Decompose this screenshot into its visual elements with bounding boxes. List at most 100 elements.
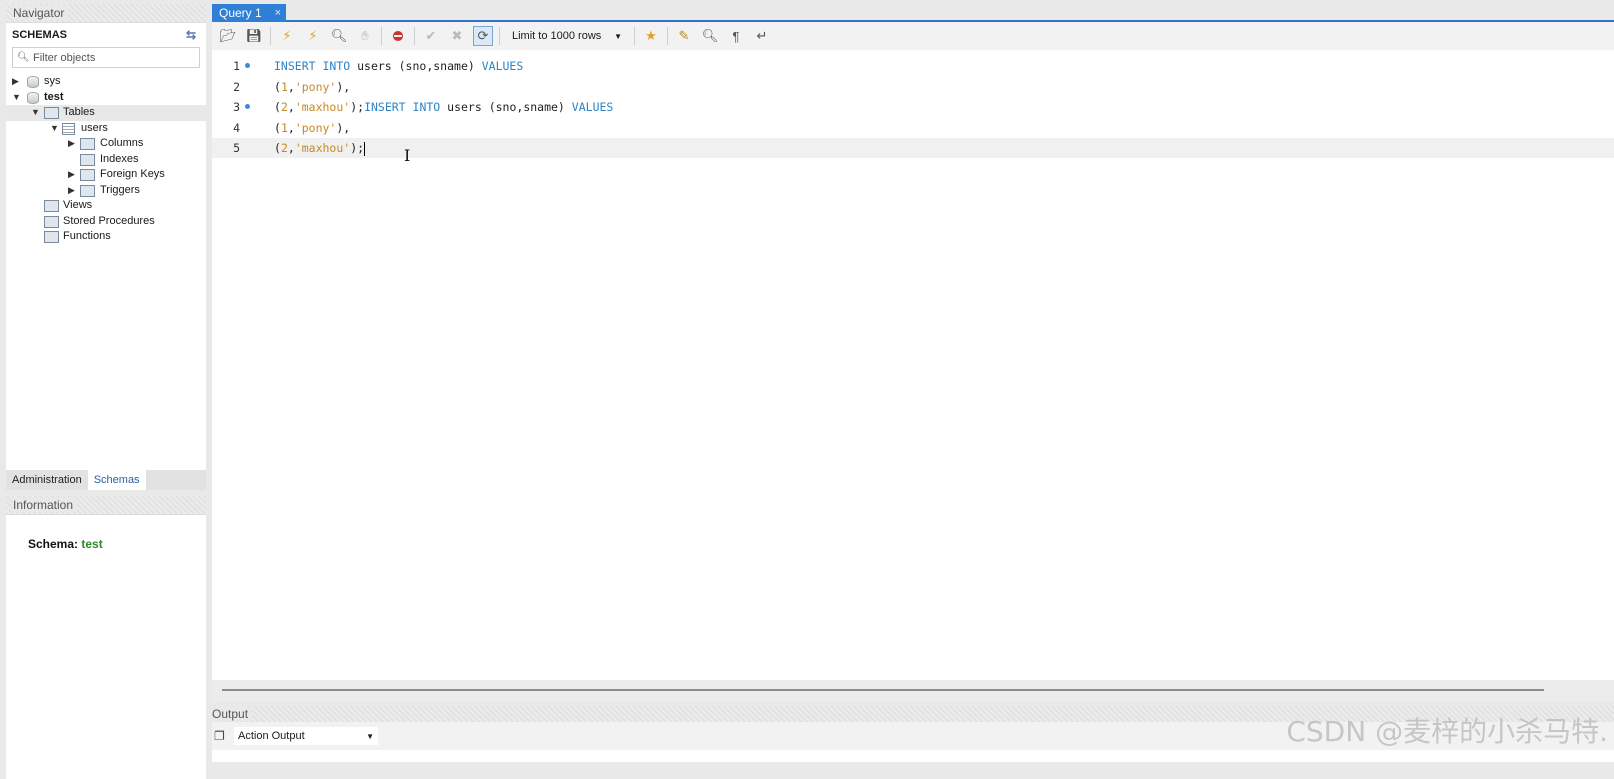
tree-item-foreign-keys[interactable]: ▶ Foreign Keys bbox=[6, 167, 206, 183]
tree-label: Functions bbox=[63, 230, 111, 242]
output-type-select[interactable]: Action Output ▼ bbox=[234, 727, 378, 745]
information-body: Schema: test bbox=[6, 514, 206, 779]
tree-item-users[interactable]: ▼ users bbox=[6, 121, 206, 137]
tab-query-1[interactable]: Query 1 × bbox=[212, 4, 286, 22]
rollback-icon[interactable]: ✖ bbox=[447, 26, 467, 46]
tree-label: Views bbox=[63, 199, 93, 211]
invisible-chars-icon[interactable]: ¶ bbox=[726, 26, 746, 46]
database-icon bbox=[27, 76, 39, 88]
close-icon[interactable]: × bbox=[275, 4, 281, 22]
tree-item-functions[interactable]: Functions bbox=[6, 229, 206, 245]
information-panel: Information Schema: test bbox=[6, 496, 206, 779]
collapse-arrow-icon[interactable]: ▼ bbox=[31, 105, 40, 121]
refresh-icon[interactable]: ⇆ bbox=[186, 23, 196, 47]
database-icon bbox=[27, 91, 39, 104]
tree-label: Tables bbox=[63, 106, 95, 118]
tree-label: sys bbox=[44, 75, 61, 87]
commit-icon[interactable]: ✔ bbox=[421, 26, 441, 46]
navigator-panel: Navigator SCHEMAS ⇆ 🔍︎ ▶ sys ▼ test bbox=[6, 4, 206, 779]
add-snippet-icon[interactable]: ★ bbox=[641, 26, 661, 46]
code-text: (2,'maxhou');INSERT INTO users (sno,snam… bbox=[274, 100, 614, 114]
toolbar-separator bbox=[499, 27, 500, 45]
indexes-folder-icon bbox=[80, 153, 95, 166]
statement-marker-icon bbox=[245, 63, 250, 68]
tree-item-triggers[interactable]: ▶ Triggers bbox=[6, 183, 206, 199]
output-type-label: Action Output bbox=[238, 730, 305, 742]
line-number: 4 bbox=[233, 120, 240, 135]
expand-arrow-icon[interactable]: ▶ bbox=[68, 183, 75, 199]
wrap-lines-icon[interactable]: ↵ bbox=[752, 26, 772, 46]
code-line: 3 (2,'maxhou');INSERT INTO users (sno,sn… bbox=[212, 97, 1614, 117]
expand-arrow-icon[interactable]: ▶ bbox=[12, 74, 19, 90]
line-number: 1 bbox=[233, 59, 240, 73]
toggle-error-icon[interactable]: ⛔︎ bbox=[388, 26, 408, 46]
document-tabs: Query 1 × bbox=[212, 4, 1614, 22]
line-number: 2 bbox=[233, 79, 240, 94]
tree-label: Columns bbox=[100, 137, 144, 149]
code-text: (1,'pony'), bbox=[274, 120, 351, 135]
toolbar-separator bbox=[270, 27, 271, 45]
toolbar-separator bbox=[667, 27, 668, 45]
schema-tree: ▶ sys ▼ test ▼ Tables ▼ users ▶ Columns … bbox=[6, 74, 206, 245]
tab-label: Query 1 bbox=[219, 6, 262, 20]
collapse-arrow-icon[interactable]: ▼ bbox=[50, 121, 59, 137]
tree-item-stored-procedures[interactable]: Stored Procedures bbox=[6, 214, 206, 230]
toolbar-separator bbox=[414, 27, 415, 45]
filter-input[interactable] bbox=[33, 51, 193, 64]
line-number: 3 bbox=[233, 100, 240, 114]
code-line: 2 (1,'pony'), bbox=[212, 77, 1614, 97]
limit-rows-select[interactable]: Limit to 1000 rows ▼ bbox=[506, 26, 628, 46]
explain-icon[interactable]: 🔍︎ bbox=[329, 26, 349, 46]
code-line: 1 INSERT INTO users (sno,sname) VALUES bbox=[212, 56, 1614, 76]
tree-label: test bbox=[44, 90, 64, 103]
autocommit-icon[interactable]: ⟳ bbox=[473, 26, 493, 46]
tab-schemas[interactable]: Schemas bbox=[87, 470, 146, 490]
tree-item-sys[interactable]: ▶ sys bbox=[6, 74, 206, 90]
copy-icon[interactable]: ❐ bbox=[214, 729, 230, 743]
search-icon: 🔍︎ bbox=[17, 52, 30, 63]
tree-label: users bbox=[81, 121, 108, 134]
sql-editor[interactable]: 1 INSERT INTO users (sno,sname) VALUES 2… bbox=[212, 50, 1614, 686]
scrollbar-thumb[interactable] bbox=[222, 689, 1544, 691]
text-cursor-icon: I bbox=[404, 146, 411, 165]
text-caret bbox=[364, 141, 366, 156]
collapse-arrow-icon[interactable]: ▼ bbox=[12, 90, 21, 106]
horizontal-scrollbar[interactable] bbox=[212, 680, 1614, 702]
toolbar-separator bbox=[634, 27, 635, 45]
tab-administration[interactable]: Administration bbox=[6, 470, 88, 490]
save-icon[interactable]: 💾︎ bbox=[244, 26, 264, 46]
limit-label: Limit to 1000 rows bbox=[512, 30, 602, 42]
schema-value: test bbox=[81, 537, 103, 551]
line-number: 5 bbox=[233, 141, 240, 155]
tree-item-test[interactable]: ▼ test bbox=[6, 90, 206, 106]
stored-procedures-folder-icon bbox=[44, 215, 59, 228]
output-grid bbox=[212, 750, 1614, 762]
editor-toolbar: 📂︎ 💾︎ ⚡︎ ⚡︎ 🔍︎ ✋︎ ⛔︎ ✔ ✖ ⟳ Limit to 1000… bbox=[212, 22, 1614, 50]
tree-item-views[interactable]: Views bbox=[6, 198, 206, 214]
schemas-label: SCHEMAS bbox=[12, 29, 68, 41]
expand-arrow-icon[interactable]: ▶ bbox=[68, 167, 75, 183]
toolbar-separator bbox=[381, 27, 382, 45]
tree-item-indexes[interactable]: Indexes bbox=[6, 152, 206, 168]
expand-arrow-icon[interactable]: ▶ bbox=[68, 136, 75, 152]
triggers-folder-icon bbox=[80, 184, 95, 197]
filter-box[interactable]: 🔍︎ bbox=[12, 47, 200, 68]
code-line: 4 (1,'pony'), bbox=[212, 118, 1614, 138]
views-folder-icon bbox=[44, 200, 59, 212]
tables-folder-icon bbox=[44, 107, 59, 119]
stop-icon[interactable]: ✋︎ bbox=[355, 26, 375, 46]
code-text: (1,'pony'), bbox=[274, 79, 351, 94]
execute-current-icon[interactable]: ⚡︎ bbox=[303, 26, 323, 46]
navigator-title: Navigator bbox=[6, 4, 206, 22]
execute-icon[interactable]: ⚡︎ bbox=[277, 26, 297, 46]
information-title: Information bbox=[6, 496, 206, 514]
schemas-header: SCHEMAS ⇆ bbox=[6, 23, 206, 47]
find-icon[interactable]: 🔍︎ bbox=[700, 26, 720, 46]
beautify-icon[interactable]: ✎ bbox=[674, 26, 694, 46]
tree-item-columns[interactable]: ▶ Columns bbox=[6, 136, 206, 152]
tree-label: Indexes bbox=[100, 152, 139, 165]
tree-item-tables[interactable]: ▼ Tables bbox=[6, 105, 206, 121]
tree-label: Triggers bbox=[100, 183, 140, 196]
open-folder-icon[interactable]: 📂︎ bbox=[218, 26, 238, 46]
navigator-body: SCHEMAS ⇆ 🔍︎ ▶ sys ▼ test ▼ bbox=[6, 22, 206, 470]
